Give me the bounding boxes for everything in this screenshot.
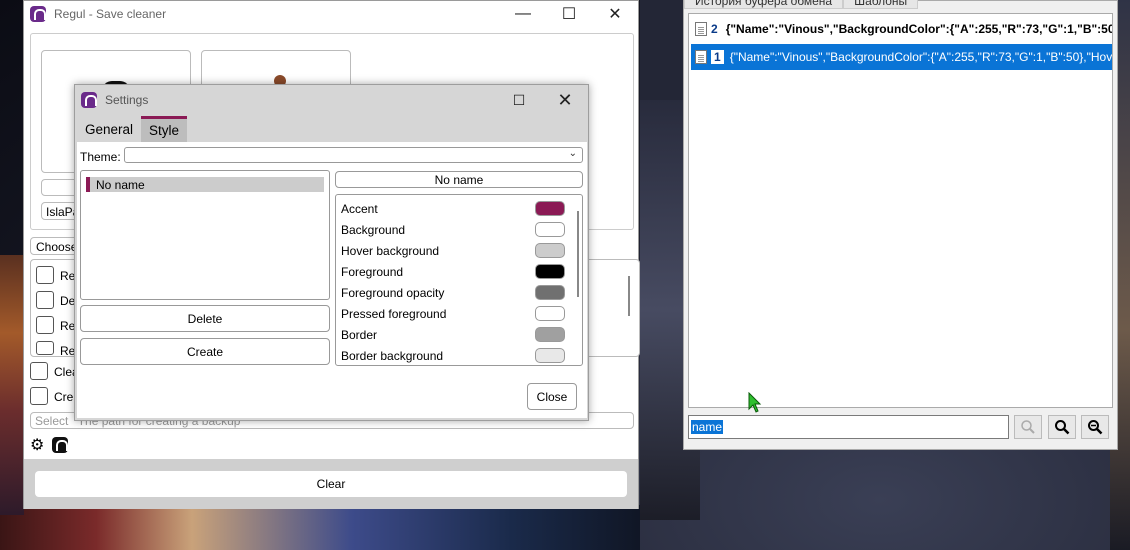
- color-label: Background: [341, 222, 406, 237]
- color-list: Accent Background Hover background Foreg…: [335, 194, 583, 366]
- search-input[interactable]: name: [688, 415, 1009, 439]
- clear-saves-checkbox[interactable]: [30, 362, 48, 380]
- create-button[interactable]: Create: [80, 338, 330, 365]
- maximize-button[interactable]: ☐: [546, 1, 592, 27]
- color-swatch[interactable]: [535, 348, 565, 363]
- app-logo-icon: [81, 92, 97, 108]
- close-dialog-button[interactable]: Close: [527, 383, 577, 410]
- search-previous-icon[interactable]: [1081, 415, 1109, 439]
- choose-button[interactable]: Choose: [30, 237, 80, 255]
- settings-dialog: Settings ☐ ✕ General Style Theme: ⌄ No n…: [74, 84, 589, 421]
- tab-clipboard-history[interactable]: История буфера обмена: [684, 0, 844, 9]
- select-path-button[interactable]: Select: [35, 414, 68, 428]
- minimize-button[interactable]: —: [500, 1, 546, 27]
- color-row-border-background[interactable]: Border background: [341, 345, 571, 365]
- options-scrollbar[interactable]: [628, 276, 630, 316]
- mouse-cursor-icon: [748, 392, 762, 413]
- app-logo-icon: [30, 6, 46, 22]
- app-logo-icon[interactable]: [52, 437, 68, 453]
- color-row-background[interactable]: Background: [341, 219, 571, 240]
- list-item-label: No name: [96, 177, 145, 192]
- clipboard-item[interactable]: 2 {"Name":"Vinous","BackgroundColor":{"A…: [691, 16, 1113, 42]
- theme-list[interactable]: No name: [80, 170, 330, 300]
- color-list-scrollbar[interactable]: [577, 211, 579, 297]
- main-titlebar[interactable]: Regul - Save cleaner — ☐ ✕: [24, 1, 638, 27]
- theme-name-input[interactable]: No name: [335, 171, 583, 188]
- background-wallpaper-left: [0, 255, 24, 515]
- color-swatch[interactable]: [535, 306, 565, 321]
- window-title: Regul - Save cleaner: [54, 7, 167, 21]
- settings-maximize-button[interactable]: ☐: [496, 87, 542, 113]
- option-checkbox-4[interactable]: [36, 341, 54, 355]
- settings-title: Settings: [105, 93, 149, 107]
- color-label: Accent: [341, 201, 378, 216]
- theme-select[interactable]: ⌄: [124, 147, 583, 163]
- color-label: Foreground: [341, 264, 404, 279]
- color-label: Border: [341, 327, 378, 342]
- color-label: Pressed foreground: [341, 306, 447, 321]
- search-icon[interactable]: [1048, 415, 1076, 439]
- theme-label: Theme:: [80, 150, 121, 164]
- clipboard-tabs: История буфера обмена Шаблоны: [684, 0, 919, 9]
- document-icon: [695, 22, 707, 36]
- item-text: {"Name":"Vinous","BackgroundColor":{"A":…: [729, 50, 1113, 64]
- color-row-foreground-opacity[interactable]: Foreground opacity: [341, 282, 571, 303]
- item-number: 1: [711, 50, 724, 64]
- color-swatch[interactable]: [535, 264, 565, 279]
- color-label: Foreground opacity: [341, 285, 445, 300]
- tab-templates[interactable]: Шаблоны: [843, 0, 919, 9]
- search-input-value: name: [691, 420, 724, 434]
- color-row-hover-background[interactable]: Hover background: [341, 240, 571, 261]
- color-swatch[interactable]: [535, 285, 565, 300]
- document-icon: [695, 50, 707, 64]
- delete-button[interactable]: Delete: [80, 305, 330, 332]
- chevron-down-icon: ⌄: [568, 148, 577, 159]
- color-row-border[interactable]: Border: [341, 324, 571, 345]
- color-label: Hover background: [341, 243, 440, 258]
- zoom-search-icon[interactable]: [1014, 415, 1042, 439]
- item-text: {"Name":"Vinous","BackgroundColor":{"A":…: [725, 22, 1113, 36]
- color-label: Border background: [341, 348, 444, 363]
- color-swatch[interactable]: [535, 243, 565, 258]
- clear-button[interactable]: Clear: [35, 471, 627, 497]
- clipboard-list: 2 {"Name":"Vinous","BackgroundColor":{"A…: [688, 13, 1113, 408]
- clipboard-item-selected[interactable]: 1 {"Name":"Vinous","BackgroundColor":{"A…: [691, 44, 1113, 70]
- settings-titlebar[interactable]: Settings ☐ ✕: [75, 85, 588, 115]
- color-swatch[interactable]: [535, 222, 565, 237]
- clipboard-history-window: История буфера обмена Шаблоны 2 {"Name":…: [683, 0, 1118, 450]
- color-row-foreground[interactable]: Foreground: [341, 261, 571, 282]
- settings-close-icon[interactable]: ✕: [542, 87, 588, 113]
- settings-gear-icon[interactable]: ⚙: [30, 435, 44, 455]
- create-backup-label: Cre: [54, 390, 74, 404]
- color-row-accent[interactable]: Accent: [341, 198, 571, 219]
- tab-style[interactable]: Style: [141, 116, 188, 142]
- settings-tabs: General Style: [77, 116, 188, 142]
- list-item[interactable]: No name: [86, 177, 324, 192]
- item-number: 2: [711, 22, 718, 36]
- color-swatch[interactable]: [535, 201, 565, 216]
- color-row-pressed-foreground[interactable]: Pressed foreground: [341, 303, 571, 324]
- create-backup-checkbox[interactable]: [30, 387, 48, 405]
- option-checkbox-2[interactable]: [36, 291, 54, 309]
- background-wallpaper-top: [640, 0, 684, 100]
- option-checkbox-3[interactable]: [36, 316, 54, 334]
- color-swatch[interactable]: [535, 327, 565, 342]
- clear-bar: Clear: [24, 459, 638, 509]
- style-tab-panel: Theme: ⌄ No name Delete Create No name A…: [77, 142, 587, 418]
- accent-marker: [86, 177, 90, 192]
- close-button[interactable]: ✕: [592, 1, 638, 27]
- option-checkbox-1[interactable]: [36, 266, 54, 284]
- tab-general[interactable]: General: [77, 116, 141, 142]
- background-wallpaper-bottom: [0, 505, 640, 550]
